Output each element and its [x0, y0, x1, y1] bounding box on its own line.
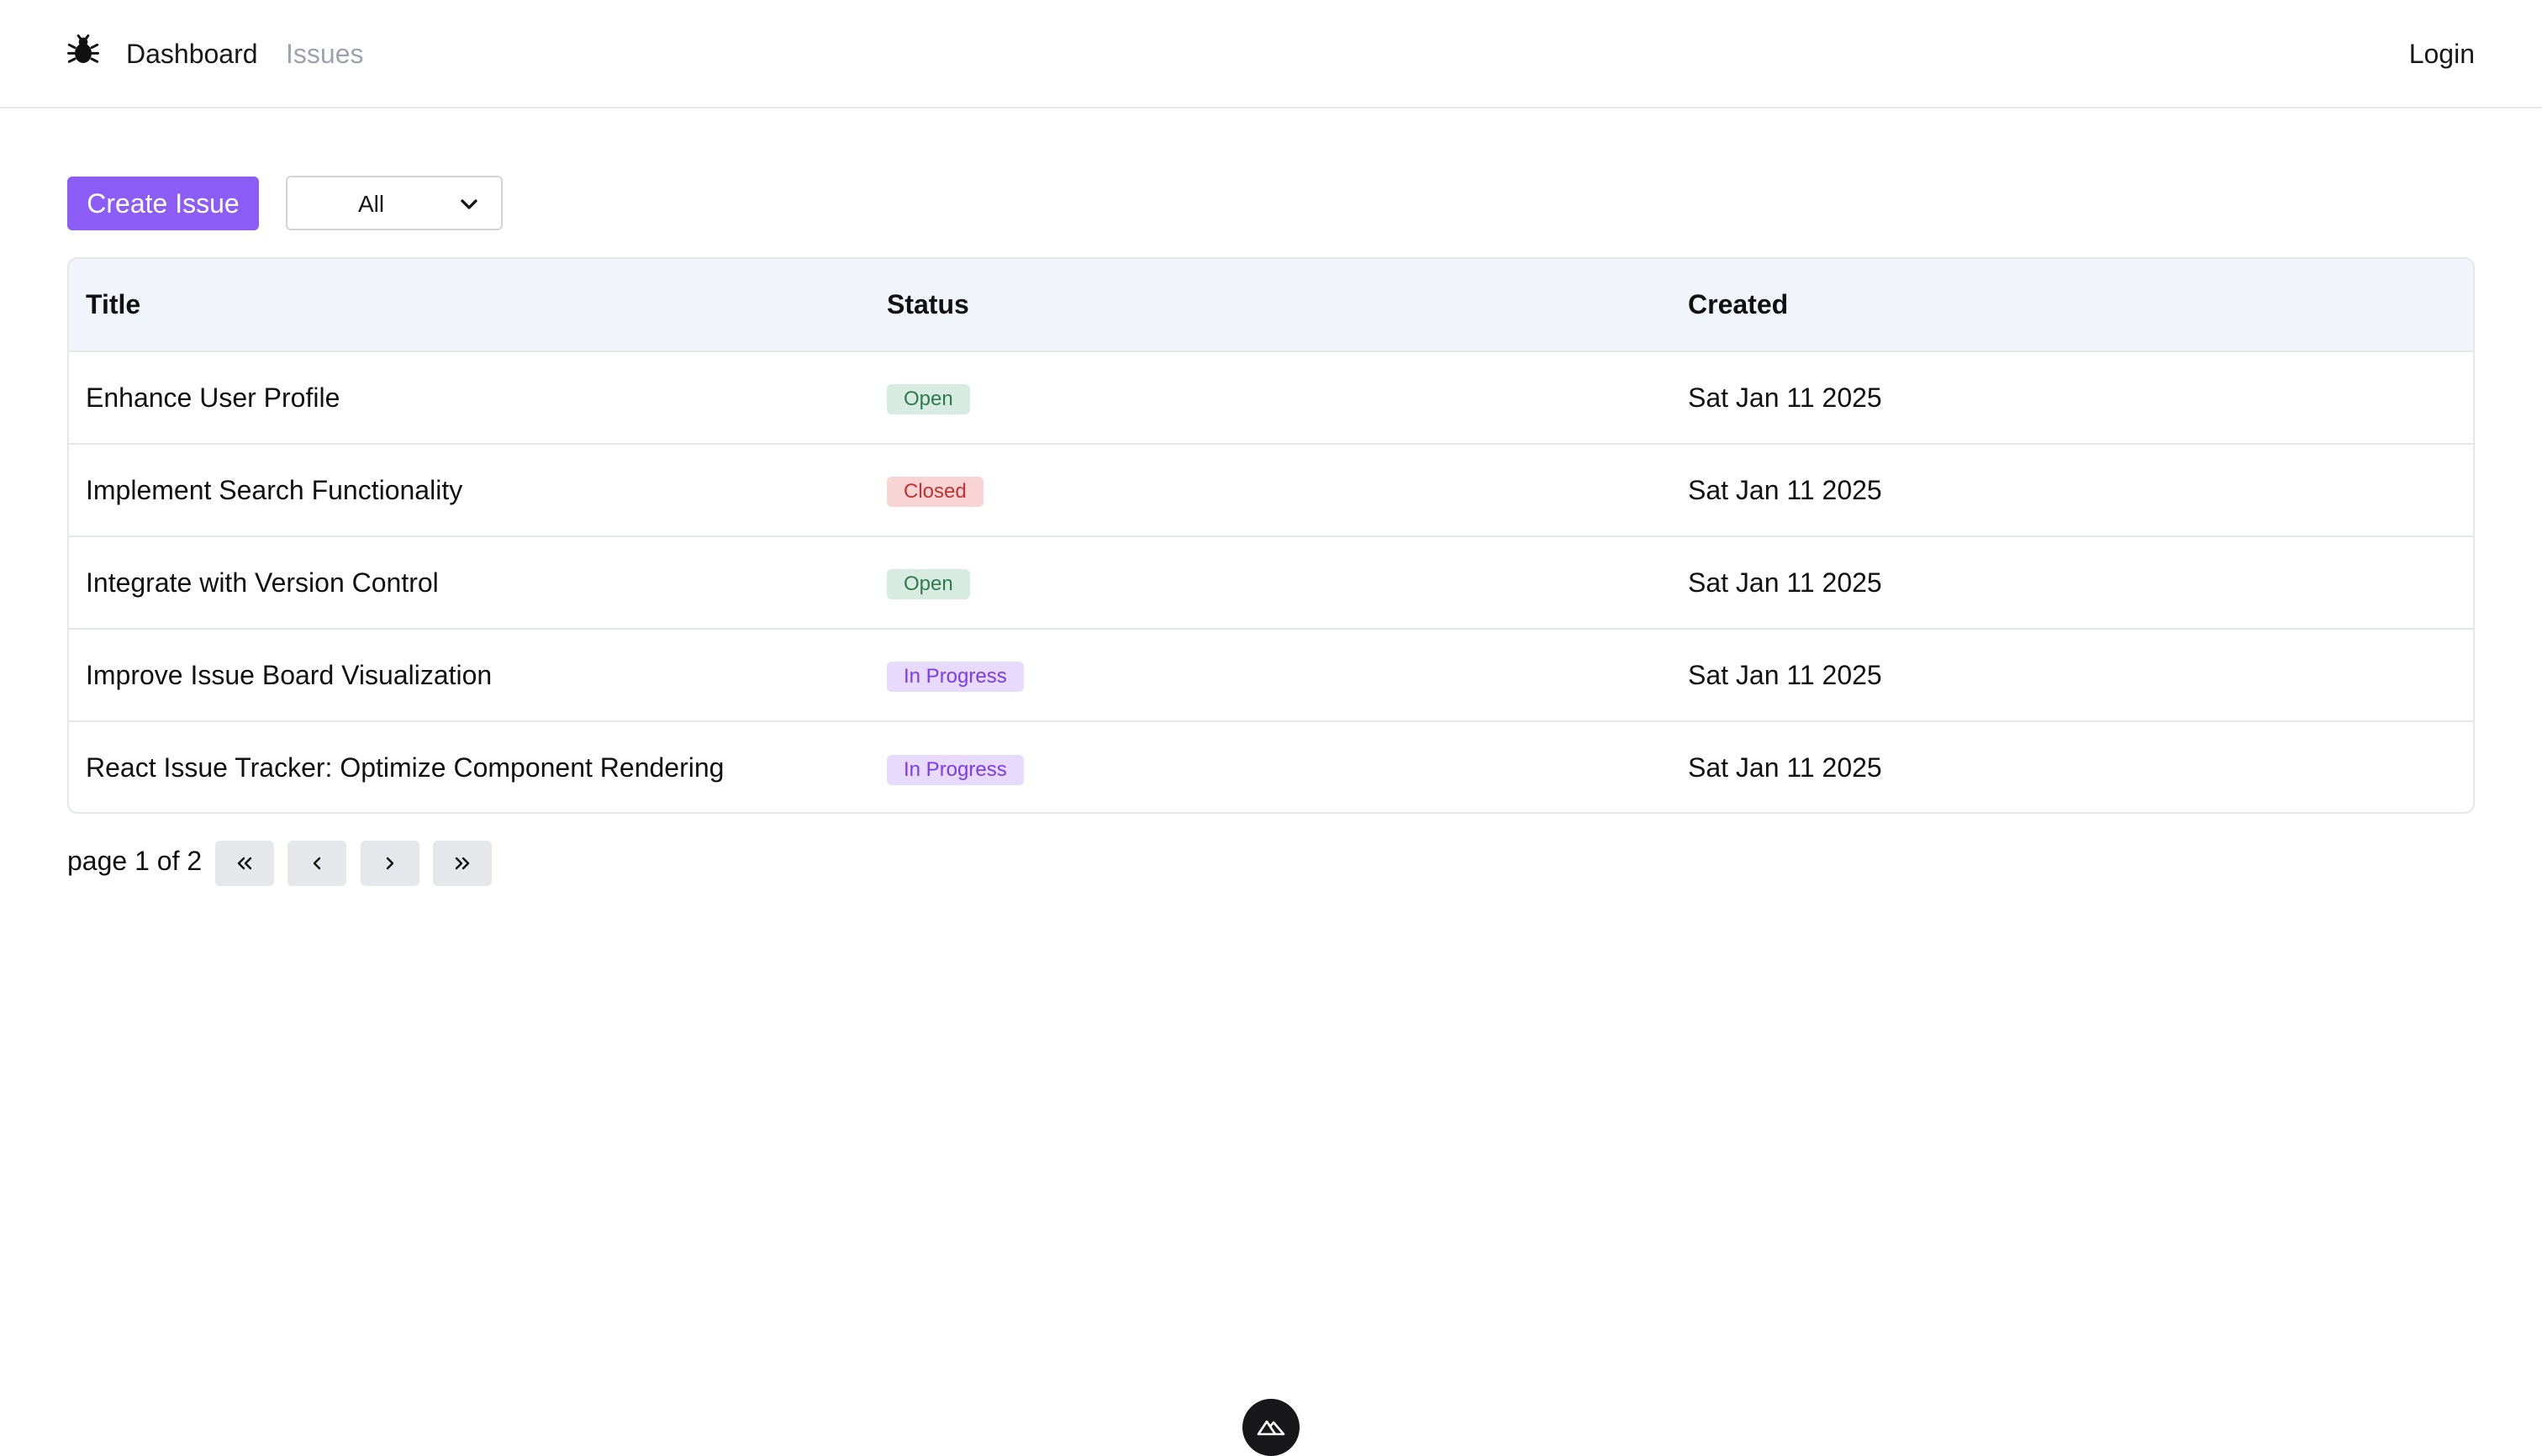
table-header-row: Title Status Created	[69, 259, 2473, 351]
chevron-down-icon	[456, 191, 483, 218]
nav-login-link[interactable]: Login	[2409, 37, 2475, 71]
table-row[interactable]: Implement Search Functionality Closed Sa…	[69, 444, 2473, 536]
header-created[interactable]: Created	[1671, 259, 2473, 351]
chevrons-left-icon	[237, 857, 252, 870]
status-badge: Open	[887, 384, 970, 414]
chevron-left-icon	[313, 857, 321, 870]
navbar: Dashboard Issues Login	[0, 0, 2542, 108]
previous-page-button[interactable]	[287, 841, 346, 886]
last-page-button[interactable]	[433, 841, 492, 886]
issue-title[interactable]: Improve Issue Board Visualization	[69, 629, 870, 721]
header-title[interactable]: Title	[69, 259, 870, 351]
issue-created: Sat Jan 11 2025	[1688, 659, 1882, 690]
issue-status-cell: In Progress	[870, 629, 1671, 721]
chevrons-right-icon	[455, 857, 470, 870]
issue-created: Sat Jan 11 2025	[1688, 752, 1882, 783]
bug-icon[interactable]	[66, 34, 101, 67]
issues-table: Title Status Created Enhance User Profil…	[67, 257, 2475, 814]
status-badge: In Progress	[887, 662, 1024, 692]
status-badge: Open	[887, 569, 970, 599]
issue-title[interactable]: Implement Search Functionality	[69, 444, 870, 536]
issue-status-cell: In Progress	[870, 721, 1671, 812]
table-row[interactable]: Integrate with Version Control Open Sat …	[69, 536, 2473, 629]
issue-created: Sat Jan 11 2025	[1688, 382, 1882, 413]
issue-created: Sat Jan 11 2025	[1688, 567, 1882, 598]
table-row[interactable]: Enhance User Profile Open Sat Jan 11 202…	[69, 351, 2473, 444]
first-page-button[interactable]	[215, 841, 274, 886]
status-badge: In Progress	[887, 754, 1024, 785]
issue-status-cell: Closed	[870, 444, 1671, 536]
mountain-logo-icon	[1257, 1420, 1285, 1436]
table-row[interactable]: React Issue Tracker: Optimize Component …	[69, 721, 2473, 812]
header-status[interactable]: Status	[870, 259, 1671, 351]
issue-status-cell: Open	[870, 536, 1671, 629]
status-badge: Closed	[887, 477, 984, 507]
next-page-button[interactable]	[361, 841, 419, 886]
nav-issues-link[interactable]: Issues	[286, 37, 363, 71]
issue-title[interactable]: Integrate with Version Control	[69, 536, 870, 629]
pagination-text: page 1 of 2	[67, 846, 203, 876]
issue-status-cell: Open	[870, 351, 1671, 444]
status-filter-value: All	[358, 191, 385, 217]
create-issue-button[interactable]: Create Issue	[67, 177, 259, 230]
devtools-toggle-button[interactable]	[1242, 1399, 1300, 1456]
status-filter-select[interactable]: All	[286, 176, 503, 230]
table-row[interactable]: Improve Issue Board Visualization In Pro…	[69, 629, 2473, 721]
issue-title[interactable]: React Issue Tracker: Optimize Component …	[69, 721, 870, 812]
chevron-right-icon	[386, 857, 394, 870]
issue-title[interactable]: Enhance User Profile	[69, 351, 870, 444]
nav-dashboard-link[interactable]: Dashboard	[126, 37, 258, 71]
issue-created: Sat Jan 11 2025	[1688, 474, 1882, 505]
